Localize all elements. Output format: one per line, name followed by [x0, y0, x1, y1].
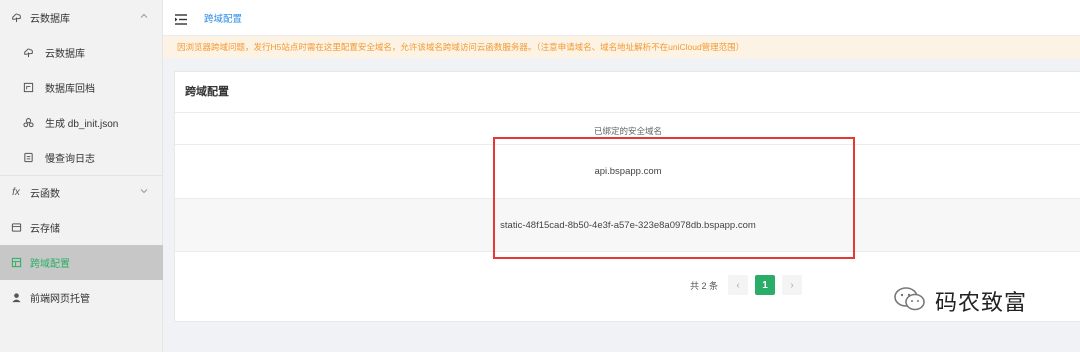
card-divider: [175, 112, 1080, 113]
sidebar-item-cloud-database-sub[interactable]: 云数据库: [0, 35, 163, 70]
sidebar-item-label: 云存储: [30, 224, 60, 235]
cloud-db-icon: [22, 47, 34, 59]
notice-banner: 因浏览器跨域问题，发行H5站点时需在这里配置安全域名，允许该域名跨域访问云函数服…: [163, 36, 1080, 58]
chevron-down-icon[interactable]: [139, 187, 149, 197]
domain-cell: static-48f15cad-8b50-4e3f-a57e-323e8a097…: [500, 219, 756, 231]
menu-toggle-icon[interactable]: [175, 12, 187, 25]
sidebar-item-label: 云函数: [30, 189, 60, 200]
sidebar-item-label: 前端网页托管: [30, 294, 90, 305]
breadcrumb[interactable]: 跨域配置: [204, 11, 242, 25]
domain-cell: api.bspapp.com: [594, 166, 662, 177]
sidebar-item-label: 慢查询日志: [45, 154, 95, 165]
log-icon: [22, 152, 34, 164]
hosting-icon: [10, 292, 22, 304]
table-row: api.bspapp.com: [175, 145, 1080, 199]
table-row: static-48f15cad-8b50-4e3f-a57e-323e8a097…: [175, 199, 1080, 252]
sidebar-item-cloud-function[interactable]: fx 云函数: [0, 175, 163, 210]
cors-icon: [10, 257, 22, 269]
sidebar-item-label: 数据库回档: [45, 84, 95, 95]
watermark: 码农致富: [893, 285, 1027, 317]
pagination-total: 共 2 条: [690, 280, 719, 291]
cloud-db-icon: [10, 12, 22, 24]
sidebar-item-cloud-database[interactable]: 云数据库: [0, 0, 163, 35]
card-title: 跨域配置: [185, 86, 229, 98]
rollback-icon: [22, 82, 34, 94]
sidebar-item-cloud-storage[interactable]: 云存储: [0, 210, 163, 245]
page-1-button[interactable]: 1: [755, 275, 776, 295]
sidebar-item-generate-db-init[interactable]: 生成 db_init.json: [0, 105, 163, 140]
pagination: 共 2 条 ‹ 1 ›: [690, 275, 809, 295]
sidebar-item-label: 云数据库: [45, 49, 85, 60]
next-page-button[interactable]: ›: [782, 275, 803, 295]
watermark-text: 码农致富: [935, 291, 1028, 316]
prev-page-button[interactable]: ‹: [728, 275, 749, 295]
wechat-icon: [893, 286, 927, 317]
top-bar: 跨域配置: [163, 0, 1080, 36]
sidebar-item-frontend-hosting[interactable]: 前端网页托管: [0, 280, 163, 315]
sidebar-item-slow-query-log[interactable]: 慢查询日志: [0, 140, 163, 175]
table-column-header: 已绑定的安全域名: [175, 118, 1080, 145]
sidebar-item-db-rollback[interactable]: 数据库回档: [0, 70, 163, 105]
chevron-up-icon[interactable]: [139, 12, 149, 22]
sidebar-item-label: 云数据库: [30, 14, 70, 25]
function-icon: fx: [12, 187, 20, 198]
sidebar: 云数据库 云数据库 数据库回档 生成 db_init.json 慢查询日志 fx…: [0, 0, 163, 352]
storage-icon: [10, 222, 22, 234]
sidebar-item-label: 跨域配置: [30, 259, 70, 270]
sidebar-item-cors-config[interactable]: 跨域配置: [0, 245, 163, 280]
generate-icon: [22, 117, 34, 129]
sidebar-item-label: 生成 db_init.json: [45, 119, 119, 130]
